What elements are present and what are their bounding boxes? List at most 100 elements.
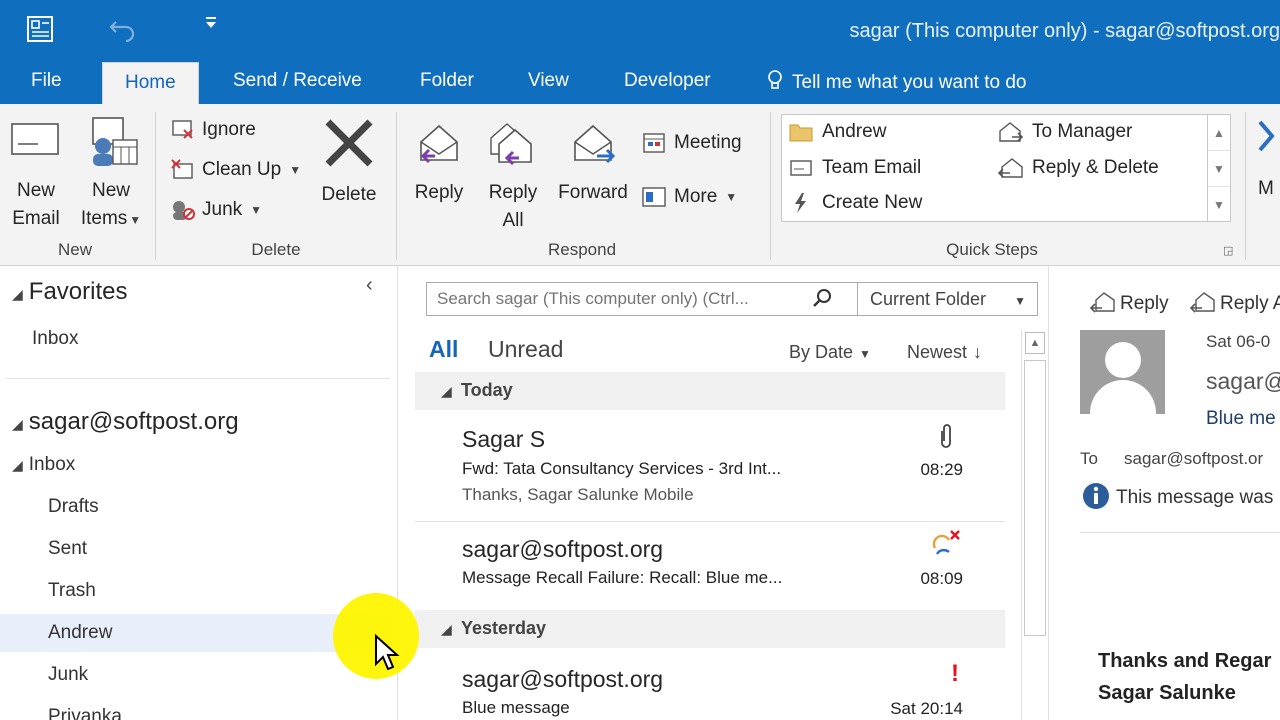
- message-sender[interactable]: sagar@: [1206, 368, 1280, 395]
- message-from: sagar@softpost.org: [462, 666, 664, 692]
- avatar-head: [1105, 342, 1141, 378]
- quick-step-team-email[interactable]: Team Email: [788, 157, 921, 179]
- chevron-down-icon: ▼: [250, 203, 263, 217]
- favorites-header[interactable]: ◢ Favorites: [12, 278, 127, 306]
- quick-step-reply-delete[interactable]: Reply & Delete: [996, 157, 1159, 179]
- more-icon: [642, 187, 666, 207]
- new-email-button[interactable]: New Email: [4, 118, 68, 233]
- favorite-inbox[interactable]: Inbox: [32, 328, 78, 350]
- search-box[interactable]: Current Folder ▼: [426, 282, 1038, 316]
- reply-button[interactable]: Reply: [406, 116, 472, 207]
- folder-junk[interactable]: Junk: [48, 664, 88, 686]
- message-list-scrollbar[interactable]: ▲: [1021, 330, 1047, 720]
- collapse-triangle-icon[interactable]: ◢: [12, 286, 23, 302]
- quick-step-to-manager-label: To Manager: [1032, 121, 1133, 142]
- customize-qat-icon[interactable]: [203, 16, 219, 33]
- message-item[interactable]: sagar@softpost.org Message Recall Failur…: [415, 524, 1005, 604]
- scroll-up-icon[interactable]: ▲: [1208, 115, 1230, 151]
- quick-step-andrew-label: Andrew: [822, 121, 887, 142]
- chevron-down-icon: ▼: [289, 163, 302, 177]
- tab-folder[interactable]: Folder: [420, 70, 474, 92]
- filter-unread[interactable]: Unread: [488, 336, 563, 363]
- group-header-yesterday[interactable]: ◢ Yesterday: [415, 610, 1005, 648]
- message-subject-heading: Blue me: [1206, 408, 1276, 429]
- search-icon[interactable]: [811, 287, 833, 315]
- ignore-button[interactable]: Ignore: [170, 118, 256, 142]
- folder-sent[interactable]: Sent: [48, 538, 87, 560]
- tab-home[interactable]: Home: [102, 62, 199, 104]
- reply-all-button[interactable]: Reply All: [478, 116, 548, 235]
- info-bar[interactable]: This message was: [1082, 482, 1273, 510]
- tab-file[interactable]: File: [31, 70, 62, 92]
- meeting-label: Meeting: [674, 132, 742, 153]
- tell-me-search[interactable]: Tell me what you want to do: [766, 69, 1026, 94]
- undo-icon[interactable]: [108, 12, 138, 48]
- forward-label: Forward: [558, 182, 628, 203]
- quick-step-create-new[interactable]: Create New: [788, 192, 922, 214]
- tab-send-receive[interactable]: Send / Receive: [233, 70, 362, 92]
- collapse-triangle-icon[interactable]: ◢: [12, 457, 23, 473]
- quick-step-to-manager[interactable]: To Manager: [996, 121, 1132, 143]
- tell-me-label: Tell me what you want to do: [792, 72, 1027, 93]
- delete-x-icon: [325, 119, 373, 167]
- collapse-triangle-icon[interactable]: ◢: [12, 416, 23, 432]
- junk-button[interactable]: Junk ▼: [170, 198, 262, 222]
- folder-inbox[interactable]: ◢ Inbox: [12, 454, 75, 476]
- sort-by-date[interactable]: By Date ▼: [789, 342, 871, 363]
- reply-label: Reply: [414, 182, 464, 203]
- quick-step-andrew[interactable]: Andrew: [788, 121, 886, 143]
- search-input[interactable]: [437, 289, 797, 309]
- reply-all-label-1: Reply: [488, 182, 538, 203]
- forward-button[interactable]: Forward: [554, 116, 632, 207]
- scroll-up-icon[interactable]: ▲: [1025, 332, 1045, 354]
- group-header-today[interactable]: ◢ Today: [415, 372, 1005, 410]
- meeting-button[interactable]: Meeting: [640, 130, 742, 156]
- message-date: Sat 06-0: [1206, 332, 1271, 351]
- tab-developer[interactable]: Developer: [624, 70, 711, 92]
- folder-privanka[interactable]: Privanka: [48, 706, 122, 720]
- arrow-down-icon: ↓: [973, 342, 983, 362]
- filter-all[interactable]: All: [429, 336, 458, 363]
- sort-by-label: By Date: [789, 342, 854, 362]
- move-button-partial[interactable]: M: [1258, 116, 1280, 203]
- ribbon-separator: [155, 112, 156, 260]
- folder-drafts[interactable]: Drafts: [48, 496, 99, 518]
- dialog-launcher-icon[interactable]: ◲: [1223, 244, 1233, 257]
- quick-steps-scroll[interactable]: ▲ ▼ ▼: [1207, 114, 1231, 222]
- move-label-partial: M: [1258, 178, 1274, 199]
- folder-trash[interactable]: Trash: [48, 580, 96, 602]
- to-value[interactable]: sagar@softpost.or: [1124, 449, 1263, 469]
- outlook-app-icon[interactable]: [26, 14, 56, 50]
- scroll-thumb[interactable]: [1024, 360, 1046, 636]
- sort-order[interactable]: Newest ↓: [907, 342, 982, 363]
- group-today-label: Today: [461, 380, 513, 400]
- tab-view[interactable]: View: [528, 70, 569, 92]
- account-header[interactable]: ◢ sagar@softpost.org: [12, 408, 239, 436]
- delete-button[interactable]: Delete: [314, 118, 384, 209]
- email-icon: [790, 160, 812, 176]
- quick-steps-gallery[interactable]: Andrew Team Email Create New To Manager …: [781, 114, 1209, 222]
- more-respond-button[interactable]: More ▼: [640, 184, 737, 210]
- header-divider: [1080, 532, 1280, 533]
- collapse-triangle-icon[interactable]: ◢: [441, 621, 452, 638]
- clean-up-button[interactable]: Clean Up ▼: [170, 158, 301, 182]
- meeting-icon: [643, 133, 665, 153]
- collapse-triangle-icon[interactable]: ◢: [441, 383, 452, 400]
- clean-up-label: Clean Up: [202, 159, 282, 180]
- message-separator: [415, 521, 1005, 522]
- collapse-pane-icon[interactable]: ‹: [366, 274, 373, 297]
- reply-all-label-2: All: [502, 210, 524, 231]
- expand-gallery-icon[interactable]: ▼: [1208, 187, 1230, 223]
- reading-reply-all-button[interactable]: Reply A: [1186, 290, 1280, 315]
- group-yesterday-label: Yesterday: [461, 618, 547, 638]
- new-items-button[interactable]: New Items ▼: [76, 116, 146, 234]
- message-preview: Thanks, Sagar Salunke Mobile: [462, 485, 694, 504]
- folder-andrew[interactable]: Andrew: [48, 622, 112, 644]
- ribbon-tabs: File Home Send / Receive Folder View Dev…: [0, 60, 1280, 104]
- scroll-down-icon[interactable]: ▼: [1208, 151, 1230, 187]
- message-item[interactable]: Sagar S Fwd: Tata Consultancy Services -…: [415, 416, 1005, 520]
- lightning-icon: [795, 193, 806, 213]
- reading-reply-button[interactable]: Reply: [1088, 290, 1169, 315]
- search-scope-dropdown[interactable]: Current Folder ▼: [857, 283, 1038, 315]
- message-item[interactable]: sagar@softpost.org Blue message ! Sat 20…: [415, 654, 1005, 720]
